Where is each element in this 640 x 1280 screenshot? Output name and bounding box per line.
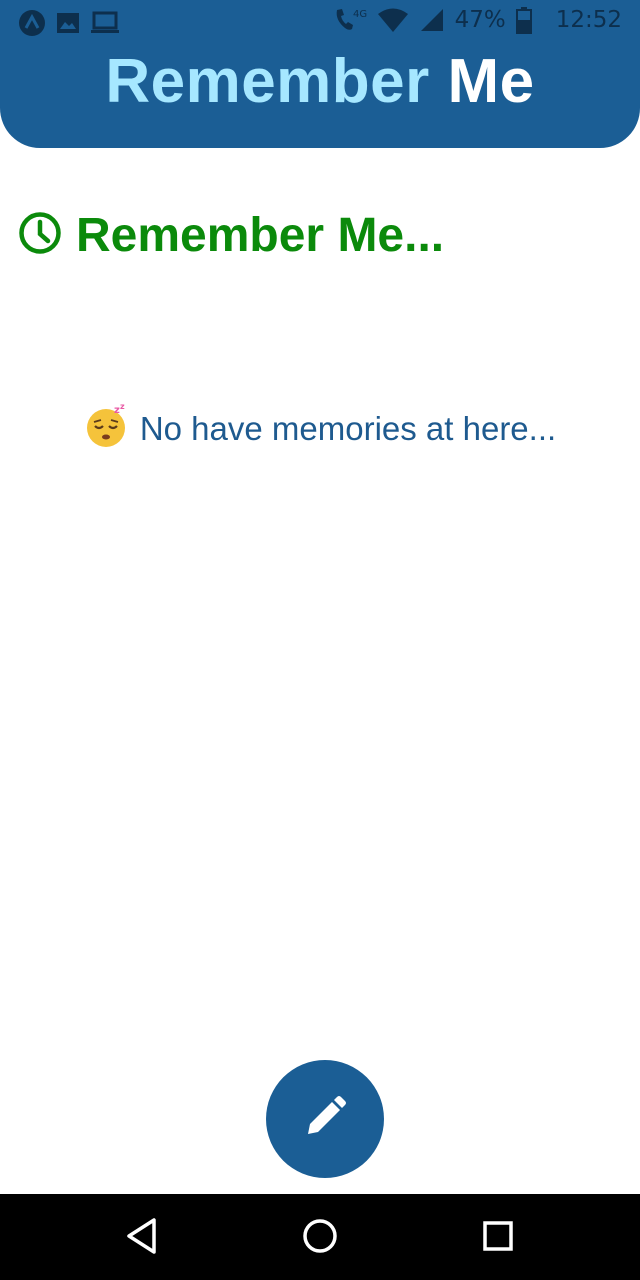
svg-text:z: z bbox=[120, 404, 125, 411]
wifi-icon bbox=[377, 7, 409, 33]
image-icon bbox=[56, 12, 80, 34]
network-label: 4G bbox=[353, 9, 367, 20]
app-title-part1: Remember bbox=[105, 47, 430, 116]
section-header: Remember Me... bbox=[18, 208, 444, 263]
home-button[interactable] bbox=[298, 1216, 342, 1260]
back-icon bbox=[124, 1217, 160, 1260]
pencil-icon bbox=[302, 1094, 348, 1145]
signal-icon bbox=[419, 7, 445, 33]
wifi-call-icon: 4G bbox=[333, 6, 367, 34]
laptop-icon bbox=[90, 11, 120, 35]
app-a-icon bbox=[18, 9, 46, 37]
clock-time: 12:52 bbox=[555, 7, 622, 33]
status-left bbox=[18, 9, 120, 37]
section-title: Remember Me... bbox=[76, 209, 445, 262]
system-nav-bar bbox=[0, 1194, 640, 1280]
recents-button[interactable] bbox=[476, 1216, 520, 1260]
app-title: Remember Me bbox=[0, 46, 640, 117]
app-title-part2: Me bbox=[447, 47, 535, 116]
empty-state: z z No have memories at here... bbox=[0, 402, 640, 453]
home-icon bbox=[300, 1216, 340, 1261]
recents-icon bbox=[480, 1218, 516, 1259]
sleeping-face-icon: z z bbox=[84, 402, 128, 453]
battery-percent: 47% bbox=[454, 7, 506, 33]
battery-icon bbox=[515, 6, 532, 34]
clock-icon bbox=[18, 211, 62, 260]
add-memory-button[interactable] bbox=[266, 1060, 384, 1178]
status-bar: 4G 47% 12:52 bbox=[0, 0, 640, 44]
status-right: 4G 47% 12:52 bbox=[333, 6, 622, 34]
back-button[interactable] bbox=[120, 1216, 164, 1260]
empty-message: No have memories at here... bbox=[139, 409, 557, 447]
app-header: 4G 47% 12:52 Remember Me bbox=[0, 0, 640, 148]
